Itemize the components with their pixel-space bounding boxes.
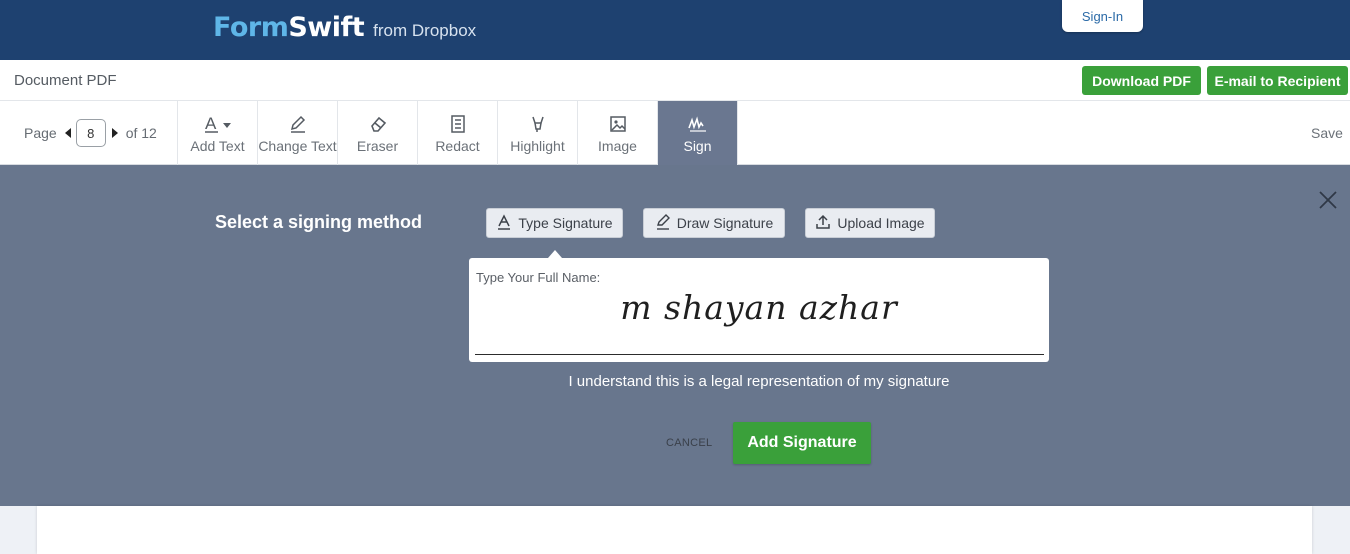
tool-add-text[interactable]: A Add Text [177, 101, 257, 165]
method-label: Draw Signature [676, 215, 774, 231]
selected-method-caret [548, 250, 562, 258]
signature-baseline [475, 354, 1044, 355]
previous-page-icon[interactable] [64, 128, 71, 138]
top-header: Form Swift from Dropbox Sign-In [0, 0, 1350, 60]
pen-icon [655, 213, 671, 233]
cancel-button[interactable]: CANCEL [666, 437, 712, 449]
tool-redact[interactable]: Redact [417, 101, 497, 165]
sign-panel: Select a signing method Type Signature D… [0, 165, 1350, 506]
upload-image-button[interactable]: Upload Image [805, 208, 935, 238]
signature-icon [687, 113, 709, 135]
tool-sign[interactable]: Sign [657, 101, 737, 165]
eraser-icon [368, 113, 388, 135]
logo-swift-text: Swift [288, 12, 365, 43]
email-recipient-button[interactable]: E-mail to Recipient [1207, 66, 1348, 95]
image-icon [608, 113, 628, 135]
legal-statement: I understand this is a legal representat… [568, 373, 950, 390]
next-page-icon[interactable] [111, 128, 118, 138]
method-label: Upload Image [837, 215, 925, 231]
upload-icon [815, 214, 831, 233]
toolbar-divider [737, 101, 738, 165]
type-signature-button[interactable]: Type Signature [486, 208, 623, 238]
tool-label: Eraser [356, 138, 399, 154]
save-button[interactable]: Save [1311, 125, 1343, 141]
highlighter-icon [528, 113, 548, 135]
signature-name-input[interactable]: m shayan azhar [469, 288, 1049, 327]
editor-toolbar: Page 8 of 12 A Add Text Change Text Eras… [0, 101, 1350, 165]
logo-form-text: Form [213, 12, 289, 43]
sign-in-button[interactable]: Sign-In [1062, 0, 1143, 32]
add-signature-button[interactable]: Add Signature [733, 422, 871, 464]
pen-edit-icon [288, 113, 308, 135]
document-lines-icon [448, 113, 468, 135]
close-icon[interactable] [1318, 190, 1338, 210]
tool-label: Image [598, 138, 637, 154]
document-bar: Document PDF Download PDF E-mail to Reci… [0, 60, 1350, 101]
document-page-preview [37, 506, 1312, 554]
page-label: Page [24, 125, 57, 141]
page-navigator: Page 8 of 12 [24, 119, 157, 147]
logo-subtitle: from Dropbox [373, 21, 477, 40]
document-title: Document PDF [14, 72, 117, 89]
signing-method-heading: Select a signing method [215, 212, 423, 232]
tool-image[interactable]: Image [577, 101, 657, 165]
tool-eraser[interactable]: Eraser [337, 101, 417, 165]
formswift-logo[interactable]: Form Swift from Dropbox [213, 12, 476, 43]
download-pdf-button[interactable]: Download PDF [1082, 66, 1201, 95]
tool-label: Sign [683, 138, 712, 154]
full-name-label: Type Your Full Name: [476, 270, 601, 285]
text-a-icon: A [203, 113, 233, 135]
type-a-icon [496, 213, 512, 233]
tool-change-text[interactable]: Change Text [257, 101, 337, 165]
tool-label: Highlight [510, 138, 565, 154]
tool-label: Change Text [258, 138, 337, 154]
svg-text:A: A [205, 114, 217, 133]
tool-highlight[interactable]: Highlight [497, 101, 577, 165]
method-label: Type Signature [518, 215, 613, 231]
page-number-input[interactable]: 8 [75, 119, 106, 147]
draw-signature-button[interactable]: Draw Signature [643, 208, 785, 238]
signature-input-box[interactable]: Type Your Full Name: m shayan azhar [469, 258, 1049, 362]
tool-label: Add Text [190, 138, 245, 154]
page-total-label: of 12 [125, 125, 157, 141]
tool-label: Redact [435, 138, 480, 154]
